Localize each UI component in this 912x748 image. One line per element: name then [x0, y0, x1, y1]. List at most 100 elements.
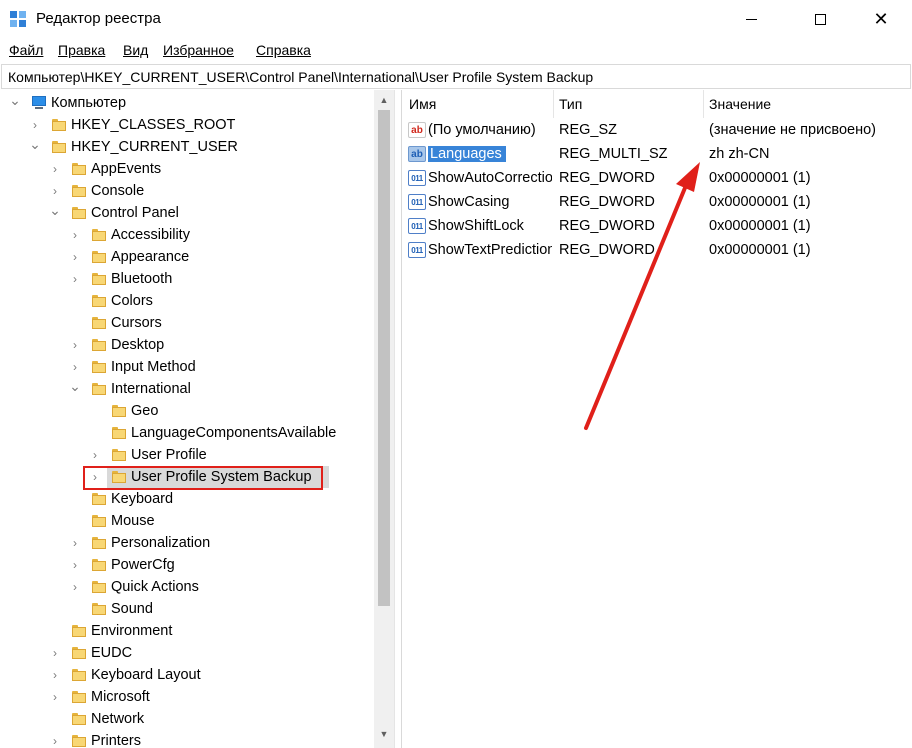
chevron-down-icon[interactable]: ⌄ — [49, 202, 61, 218]
chevron-right-icon[interactable]: › — [49, 667, 61, 683]
tree-item-label: Appearance — [111, 249, 190, 265]
chevron-right-icon[interactable]: › — [69, 337, 81, 353]
chevron-right-icon[interactable]: › — [69, 271, 81, 287]
column-divider[interactable] — [553, 90, 554, 118]
tree-item[interactable]: › Printers — [1, 730, 373, 748]
value-type: REG_DWORD — [559, 194, 655, 210]
tree-item[interactable]: ⌄ International — [1, 378, 373, 400]
chevron-right-icon[interactable]: › — [49, 161, 61, 177]
address-bar[interactable]: Компьютер\HKEY_CURRENT_USER\Control Pane… — [1, 64, 911, 89]
chevron-right-icon[interactable]: › — [49, 183, 61, 199]
column-divider[interactable] — [703, 90, 704, 118]
value-row[interactable]: ab (По умолчанию) REG_SZ (значение не присв… — [402, 118, 912, 142]
tree-item[interactable]: ⌄ Компьютер — [1, 92, 373, 114]
address-path: Компьютер\HKEY_CURRENT_USER\Control Pane… — [8, 69, 594, 85]
chevron-right-icon[interactable]: › — [49, 689, 61, 705]
tree-item[interactable]: Environment — [1, 620, 373, 642]
tree-item[interactable]: › HKEY_CLASSES_ROOT — [1, 114, 373, 136]
tree-item-label: Microsoft — [91, 689, 150, 705]
column-header-value[interactable]: Значение — [709, 96, 771, 112]
chevron-down-icon[interactable]: ⌄ — [29, 136, 41, 152]
tree-item[interactable]: ⌄ Control Panel — [1, 202, 373, 224]
registry-values-list[interactable]: Имя Тип Значение ab (По умолчанию) REG_SZ (… — [401, 90, 911, 748]
chevron-down-icon[interactable]: ⌄ — [69, 378, 81, 394]
folder-icon — [52, 141, 66, 153]
value-row[interactable]: 011 ShowShiftLock REG_DWORD 0x00000001 (1) — [402, 214, 912, 238]
tree-item[interactable]: › Microsoft — [1, 686, 373, 708]
value-data: 0x00000001 (1) — [709, 194, 811, 210]
value-data: 0x00000001 (1) — [709, 218, 811, 234]
scroll-down-icon[interactable]: ▼ — [374, 726, 394, 742]
tree-item[interactable]: › Bluetooth — [1, 268, 373, 290]
chevron-right-icon[interactable]: › — [69, 535, 81, 551]
value-name-cell: ShowShiftLock — [428, 218, 552, 234]
chevron-right-icon[interactable]: › — [69, 227, 81, 243]
scrollbar-thumb[interactable] — [378, 110, 390, 606]
chevron-right-icon[interactable]: › — [69, 579, 81, 595]
folder-icon — [92, 581, 106, 593]
folder-icon — [72, 669, 86, 681]
value-name-cell: ShowCasing — [428, 194, 552, 210]
tree-vertical-scrollbar[interactable]: ▲ ▼ — [374, 90, 394, 748]
tree-item-label: Mouse — [111, 513, 155, 529]
chevron-right-icon[interactable]: › — [89, 447, 101, 463]
menu-view[interactable]: Вид — [123, 42, 148, 58]
tree-item[interactable]: Cursors — [1, 312, 373, 334]
folder-icon — [92, 515, 106, 527]
value-type: REG_DWORD — [559, 170, 655, 186]
menu-favorites[interactable]: Избранное — [163, 42, 234, 58]
tree-item[interactable]: › Console — [1, 180, 373, 202]
tree-item[interactable]: › Quick Actions — [1, 576, 373, 598]
tree-item[interactable]: › Accessibility — [1, 224, 373, 246]
tree-item[interactable]: › EUDC — [1, 642, 373, 664]
minimize-button[interactable] — [728, 0, 774, 38]
tree-item[interactable]: › Input Method — [1, 356, 373, 378]
close-button[interactable]: ✕ — [858, 0, 904, 38]
chevron-right-icon[interactable]: › — [69, 557, 81, 573]
tree-item[interactable]: Colors — [1, 290, 373, 312]
tree-item-label: Keyboard Layout — [91, 667, 201, 683]
tree-item[interactable]: › AppEvents — [1, 158, 373, 180]
chevron-right-icon[interactable]: › — [69, 359, 81, 375]
tree-item[interactable]: › Appearance — [1, 246, 373, 268]
tree-item[interactable]: Mouse — [1, 510, 373, 532]
value-row[interactable]: 011 ShowTextPrediction REG_DWORD 0x00000001… — [402, 238, 912, 262]
menu-help[interactable]: Справка — [256, 42, 311, 58]
tree-item[interactable]: › Desktop — [1, 334, 373, 356]
scroll-up-icon[interactable]: ▲ — [374, 92, 394, 108]
column-header-name[interactable]: Имя — [409, 96, 436, 112]
registry-key-tree[interactable]: ⌄ Компьютер › HKEY_CLASSES_ROOT ⌄ HKEY_CURREN… — [1, 90, 395, 748]
folder-icon — [92, 339, 106, 351]
chevron-right-icon[interactable]: › — [69, 249, 81, 265]
folder-icon — [112, 449, 126, 461]
tree-item-label: Control Panel — [91, 205, 179, 221]
maximize-button[interactable] — [797, 0, 843, 38]
dword-value-icon: 011 — [408, 194, 426, 210]
title-bar: Редактор реестра ✕ — [0, 0, 912, 38]
value-row[interactable]: ab Languages REG_MULTI_SZ zh zh-CN — [402, 142, 912, 166]
tree-item[interactable]: › Personalization — [1, 532, 373, 554]
tree-item[interactable]: LanguageComponentsAvailable — [1, 422, 373, 444]
folder-icon — [72, 713, 86, 725]
chevron-right-icon[interactable]: › — [49, 645, 61, 661]
tree-item[interactable]: Geo — [1, 400, 373, 422]
maximize-icon — [814, 13, 826, 25]
tree-item-label: Desktop — [111, 337, 165, 353]
tree-item[interactable]: › Keyboard Layout — [1, 664, 373, 686]
menu-edit[interactable]: Правка — [58, 42, 105, 58]
column-header-type[interactable]: Тип — [559, 96, 582, 112]
chevron-right-icon[interactable]: › — [29, 117, 41, 133]
chevron-down-icon[interactable]: ⌄ — [9, 92, 21, 108]
menu-file[interactable]: Файл — [9, 42, 43, 58]
folder-icon — [72, 163, 86, 175]
tree-item[interactable]: Keyboard — [1, 488, 373, 510]
tree-item[interactable]: › PowerCfg — [1, 554, 373, 576]
value-row[interactable]: 011 ShowCasing REG_DWORD 0x00000001 (1) — [402, 190, 912, 214]
tree-item[interactable]: › User Profile — [1, 444, 373, 466]
folder-icon — [92, 603, 106, 615]
tree-item[interactable]: Network — [1, 708, 373, 730]
tree-item[interactable]: ⌄ HKEY_CURRENT_USER — [1, 136, 373, 158]
tree-item[interactable]: Sound — [1, 598, 373, 620]
value-row[interactable]: 011 ShowAutoCorrection REG_DWORD 0x00000001… — [402, 166, 912, 190]
chevron-right-icon[interactable]: › — [49, 733, 61, 748]
